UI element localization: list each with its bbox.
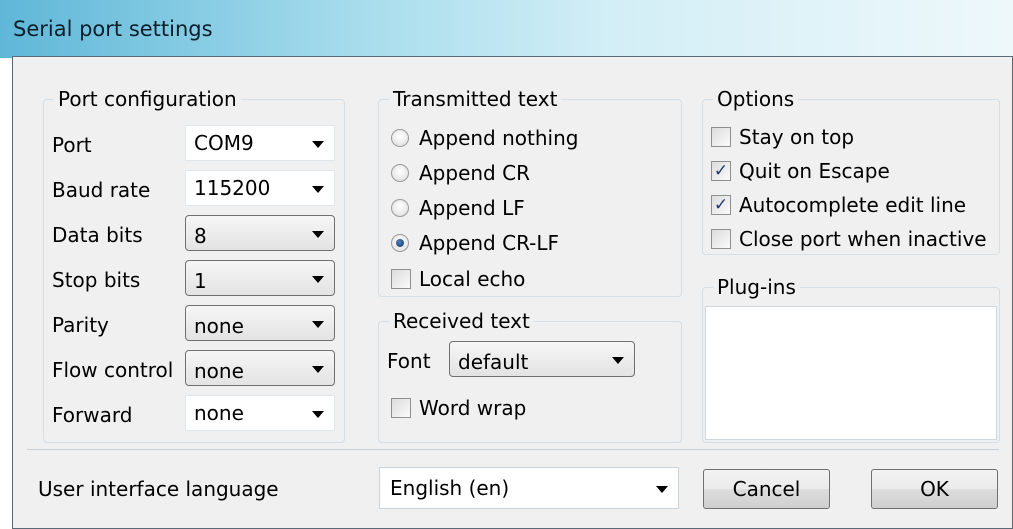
- radio-append-cr-lf[interactable]: [391, 234, 409, 252]
- received-text-legend: Received text: [389, 310, 534, 332]
- radio-append-cr[interactable]: [391, 164, 409, 182]
- received-text-group: Received text Font default Word wrap: [378, 310, 682, 443]
- ok-button[interactable]: OK: [871, 469, 998, 509]
- chevron-down-icon: [312, 186, 324, 193]
- chevron-down-icon: [312, 411, 324, 418]
- stop-bits-label: Stop bits: [52, 268, 141, 292]
- user-interface-language-label: User interface language: [38, 477, 279, 501]
- transmitted-text-legend: Transmitted text: [389, 88, 562, 110]
- local-echo-checkbox[interactable]: [391, 269, 411, 289]
- radio-append-lf[interactable]: [391, 199, 409, 217]
- title-bar[interactable]: Serial port settings: [0, 0, 1013, 58]
- language-value: English (en): [390, 476, 510, 500]
- transmitted-text-group: Transmitted text Append nothing Append C…: [378, 88, 682, 297]
- flow-control-label: Flow control: [52, 358, 174, 382]
- chevron-down-icon: [612, 357, 624, 364]
- chevron-down-icon: [656, 486, 668, 493]
- data-bits-label: Data bits: [52, 223, 143, 247]
- port-value: COM9: [194, 131, 254, 155]
- autocomplete-edit-line-label[interactable]: Autocomplete edit line: [739, 193, 966, 217]
- options-group: Options Stay on top ✓ Quit on Escape ✓ A…: [702, 88, 1000, 255]
- window-title: Serial port settings: [13, 17, 213, 41]
- font-select[interactable]: default: [449, 341, 635, 377]
- plugins-list[interactable]: [705, 306, 997, 440]
- stop-bits-select[interactable]: 1: [185, 260, 335, 296]
- chevron-down-icon: [312, 141, 324, 148]
- word-wrap-label[interactable]: Word wrap: [419, 396, 526, 420]
- local-echo-label[interactable]: Local echo: [419, 267, 525, 291]
- chevron-down-icon: [312, 366, 324, 373]
- baud-rate-value: 115200: [194, 176, 271, 200]
- parity-label: Parity: [52, 313, 109, 337]
- data-bits-select[interactable]: 8: [185, 215, 335, 251]
- append-nothing-label[interactable]: Append nothing: [419, 126, 578, 150]
- plugins-legend: Plug-ins: [713, 276, 800, 298]
- options-legend: Options: [713, 88, 799, 110]
- port-label: Port: [52, 133, 92, 157]
- dialog-body: Port configuration Port COM9 Baud rate 1…: [12, 56, 1013, 529]
- data-bits-value: 8: [194, 224, 207, 248]
- chevron-down-icon: [312, 321, 324, 328]
- flow-control-select[interactable]: none: [185, 350, 335, 386]
- baud-rate-label: Baud rate: [52, 178, 151, 202]
- word-wrap-checkbox[interactable]: [391, 398, 411, 418]
- forward-label: Forward: [52, 403, 133, 427]
- font-value: default: [458, 350, 529, 374]
- footer-divider: [27, 449, 999, 450]
- append-cr-lf-label[interactable]: Append CR-LF: [419, 231, 559, 255]
- forward-select[interactable]: none: [185, 395, 335, 431]
- chevron-down-icon: [312, 276, 324, 283]
- port-configuration-group: Port configuration Port COM9 Baud rate 1…: [43, 88, 345, 443]
- quit-on-escape-checkbox[interactable]: ✓: [711, 161, 731, 181]
- flow-control-value: none: [194, 359, 244, 383]
- language-select[interactable]: English (en): [379, 467, 679, 509]
- port-configuration-legend: Port configuration: [54, 88, 241, 110]
- append-cr-label[interactable]: Append CR: [419, 161, 530, 185]
- radio-append-nothing[interactable]: [391, 129, 409, 147]
- close-port-when-inactive-checkbox[interactable]: [711, 229, 731, 249]
- chevron-down-icon: [312, 231, 324, 238]
- parity-select[interactable]: none: [185, 305, 335, 341]
- baud-rate-select[interactable]: 115200: [185, 170, 335, 206]
- font-label: Font: [387, 349, 431, 373]
- append-lf-label[interactable]: Append LF: [419, 196, 525, 220]
- stay-on-top-label[interactable]: Stay on top: [739, 125, 854, 149]
- parity-value: none: [194, 314, 244, 338]
- quit-on-escape-label[interactable]: Quit on Escape: [739, 159, 890, 183]
- cancel-button[interactable]: Cancel: [703, 469, 830, 509]
- port-select[interactable]: COM9: [185, 125, 335, 161]
- forward-value: none: [194, 401, 244, 425]
- stop-bits-value: 1: [194, 269, 207, 293]
- plugins-group: Plug-ins: [702, 276, 1000, 443]
- stay-on-top-checkbox[interactable]: [711, 127, 731, 147]
- close-port-when-inactive-label[interactable]: Close port when inactive: [739, 227, 987, 251]
- autocomplete-edit-line-checkbox[interactable]: ✓: [711, 195, 731, 215]
